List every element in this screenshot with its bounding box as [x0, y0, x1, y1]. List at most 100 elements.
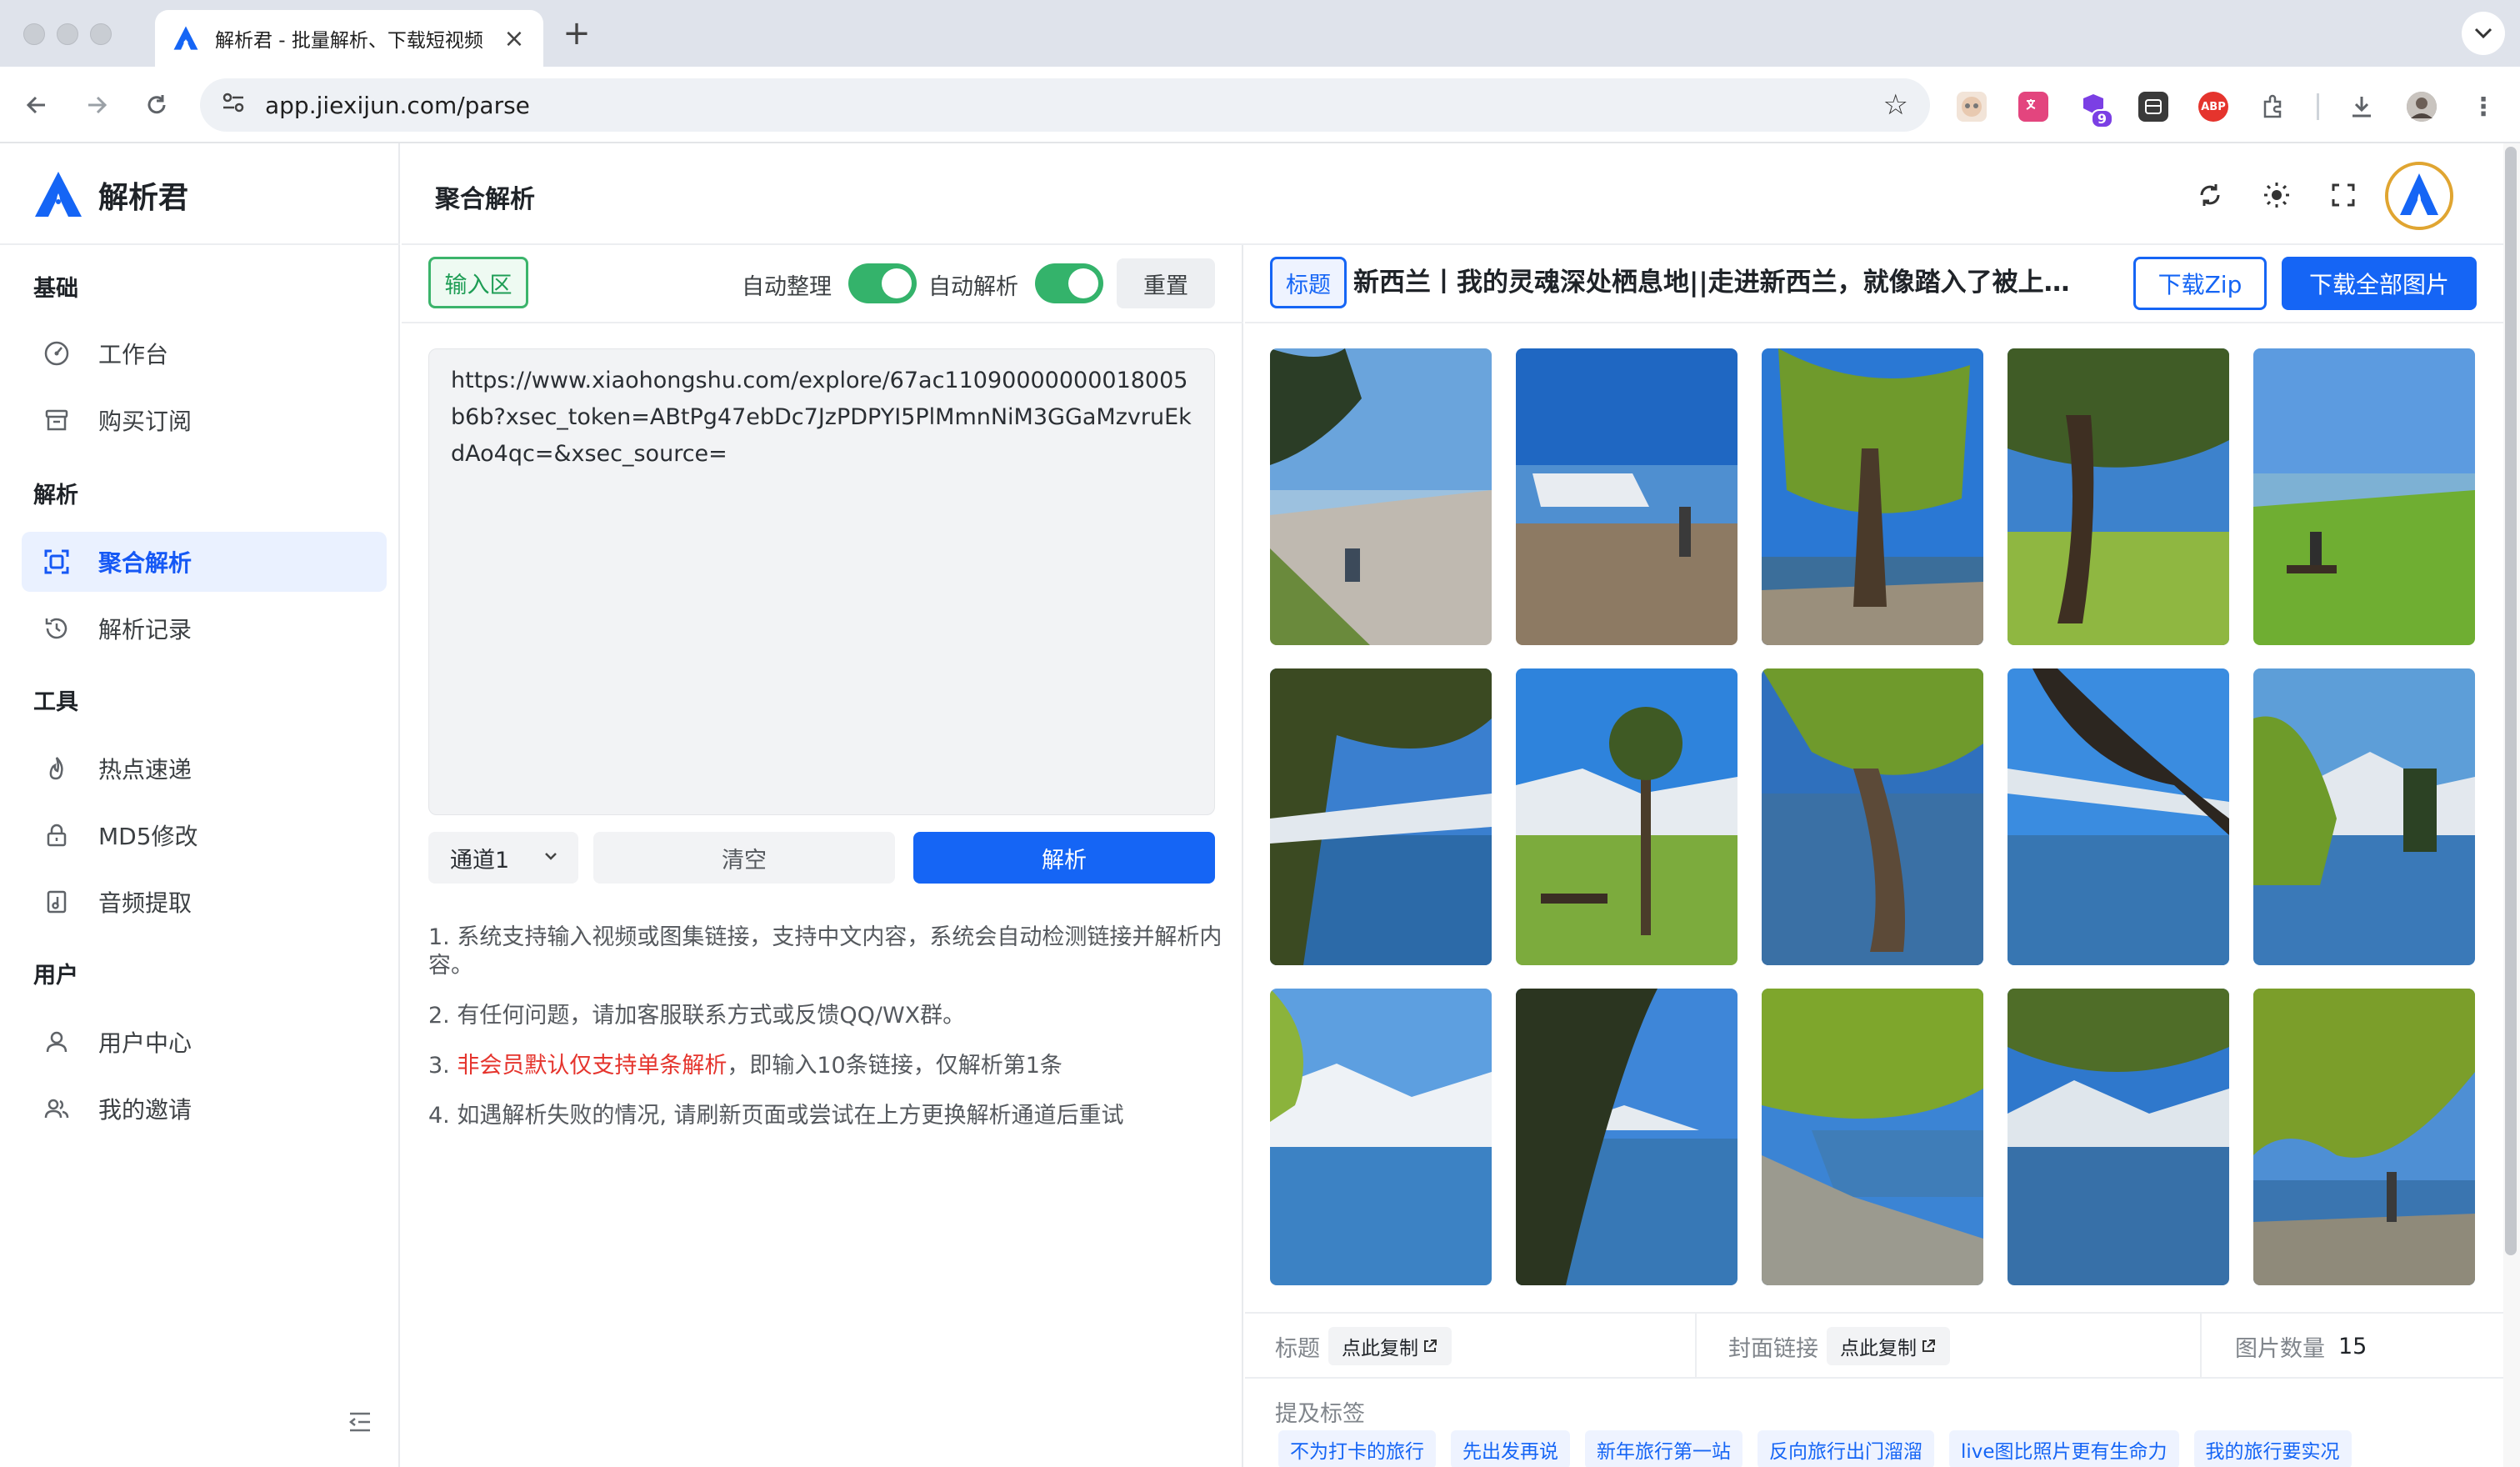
sidebar-item-subscription[interactable]: 购买订阅 [22, 390, 387, 450]
extension-abp-icon[interactable]: ABP [2198, 92, 2228, 122]
external-link-icon [1424, 1339, 1437, 1352]
user-avatar[interactable] [2385, 162, 2453, 230]
image-thumbnail[interactable] [1762, 668, 1983, 965]
clear-button[interactable]: 清空 [593, 832, 895, 884]
extension-badge: 9 [2090, 109, 2113, 128]
channel-select[interactable]: 通道1 [428, 832, 578, 884]
external-link-icon [1922, 1339, 1935, 1352]
collapse-sidebar-icon[interactable] [345, 1407, 375, 1437]
tab-close-icon[interactable]: × [502, 24, 527, 53]
image-count-info: 图片数量 15 [2235, 1314, 2367, 1379]
sidebar-item-workbench[interactable]: 工作台 [22, 323, 387, 383]
extension-puzzle-badge-icon[interactable]: 9 [2078, 92, 2113, 128]
auto-parse-label: 自动解析 [928, 274, 1018, 300]
refresh-icon[interactable] [2193, 178, 2227, 212]
copy-cover-link-button[interactable]: 点此复制 [1827, 1327, 1950, 1365]
image-count-value: 15 [2338, 1333, 2368, 1359]
mentioned-tags-label: 提及标签 [1275, 1401, 1365, 1427]
image-thumbnail[interactable] [1762, 348, 1983, 645]
browser-tab-active[interactable]: 解析君 - 批量解析、下载短视频 × [155, 10, 543, 67]
sidebar-item-hot[interactable]: 热点速递 [22, 739, 387, 799]
fullscreen-icon[interactable] [2327, 178, 2360, 212]
input-panel: 输入区 自动整理 自动解析 重置 https://www.xiaohongshu… [402, 245, 1243, 1467]
profile-avatar-icon[interactable] [2407, 92, 2437, 122]
image-thumbnail[interactable] [2008, 668, 2229, 965]
auto-parse-toggle[interactable] [1035, 263, 1103, 303]
avatar-logo-icon [2388, 165, 2450, 227]
nav-section-tools: 工具 [33, 689, 78, 715]
lock-icon [40, 819, 73, 852]
tag-chip[interactable]: 不为打卡的旅行 [1278, 1430, 1436, 1467]
extension-translate-icon[interactable] [2018, 92, 2048, 122]
note-1: 1. 系统支持输入视频或图集链接，支持中文内容，系统会自动检测链接并解析内容。 [428, 924, 1222, 979]
title-info-label: 标题 [1275, 1335, 1320, 1362]
tag-chip[interactable]: 我的旅行要实况 [2193, 1430, 2352, 1467]
dashboard-icon [40, 337, 73, 370]
page-scrollbar-thumb[interactable] [2505, 147, 2517, 1255]
site-logo-icon [173, 26, 198, 50]
download-zip-button[interactable]: 下载Zip [2133, 257, 2267, 310]
image-thumbnail[interactable] [1270, 668, 1492, 965]
window-minimize-button[interactable] [57, 23, 78, 45]
forward-arrow-icon[interactable] [77, 85, 117, 125]
tag-chip[interactable]: 反向旅行出门溜溜 [1758, 1430, 1934, 1467]
sidebar-item-user-center[interactable]: 用户中心 [22, 1012, 387, 1072]
tag-chip[interactable]: 先出发再说 [1451, 1430, 1570, 1467]
reload-icon[interactable] [137, 85, 177, 125]
nav-section-basic: 基础 [33, 276, 78, 302]
result-panel: 标题 新西兰丨我的灵魂深处栖息地||走进新西兰，就像踏入了被上帝... 下载Zi… [1245, 245, 2520, 1467]
image-thumbnail[interactable] [2253, 989, 2475, 1285]
tab-search-chevron-icon[interactable] [2462, 12, 2505, 55]
brand-logo-icon [35, 172, 82, 217]
auto-organize-toggle[interactable] [848, 263, 917, 303]
image-thumbnail[interactable] [2253, 348, 2475, 645]
site-settings-icon[interactable] [222, 92, 245, 119]
sidebar-item-audio[interactable]: 音频提取 [22, 872, 387, 932]
sidebar-item-md5[interactable]: MD5修改 [22, 805, 387, 865]
auto-organize-label: 自动整理 [742, 274, 832, 300]
sidebar-item-history[interactable]: 解析记录 [22, 598, 387, 658]
image-thumbnail[interactable] [2008, 348, 2229, 645]
copy-title-button[interactable]: 点此复制 [1328, 1327, 1452, 1365]
note-4: 4. 如遇解析失败的情况, 请刷新页面或尝试在上方更换解析通道后重试 [428, 1103, 1124, 1129]
sidebar-item-aggregate-parse[interactable]: 聚合解析 [22, 532, 387, 592]
url-input[interactable]: https://www.xiaohongshu.com/explore/67ac… [428, 348, 1215, 815]
tag-chip[interactable]: 新年旅行第一站 [1585, 1430, 1742, 1467]
sidebar-item-invite[interactable]: 我的邀请 [22, 1079, 387, 1139]
archive-box-icon [40, 403, 73, 437]
reset-button[interactable]: 重置 [1117, 258, 1215, 308]
new-tab-button[interactable]: + [558, 15, 595, 52]
image-thumbnail[interactable] [2008, 989, 2229, 1285]
image-thumbnail[interactable] [1270, 989, 1492, 1285]
browser-menu-icon[interactable]: ⋮ [2468, 92, 2498, 122]
panel-divider [1245, 322, 2520, 323]
image-thumbnail[interactable] [1762, 989, 1983, 1285]
extension-bookmarks-icon[interactable] [2138, 92, 2168, 122]
image-thumbnail[interactable] [1516, 989, 1738, 1285]
tag-chip[interactable]: live图比照片更有生命力 [1949, 1430, 2179, 1467]
parse-button[interactable]: 解析 [913, 832, 1215, 884]
extension-avatar-icon[interactable] [1957, 92, 1987, 122]
download-all-images-button[interactable]: 下载全部图片 [2282, 257, 2477, 310]
image-thumbnail[interactable] [1516, 348, 1738, 645]
back-arrow-icon[interactable] [17, 85, 57, 125]
title-tag: 标题 [1270, 257, 1347, 308]
extensions-puzzle-icon[interactable] [2258, 92, 2288, 122]
brand[interactable]: 解析君 [32, 168, 188, 222]
image-thumbnail[interactable] [2253, 668, 2475, 965]
sidebar-item-label: 用户中心 [98, 1029, 192, 1057]
image-thumbnail[interactable] [1270, 348, 1492, 645]
image-thumbnail[interactable] [1516, 668, 1738, 965]
user-icon [40, 1025, 73, 1059]
history-clock-icon [40, 612, 73, 645]
downloads-icon[interactable] [2347, 92, 2377, 122]
sidebar-item-label: 解析记录 [98, 616, 192, 643]
tab-title: 解析君 - 批量解析、下载短视频 [215, 30, 483, 52]
window-close-button[interactable] [23, 23, 45, 45]
theme-sun-icon[interactable] [2260, 178, 2293, 212]
sidebar: 解析君 基础 工作台 购买订阅 解析 聚合解析 解析记录 工具 热点速递 MD5… [0, 143, 400, 1467]
address-bar[interactable]: app.jiexijun.com/parse ☆ [200, 78, 1930, 132]
sidebar-item-label: 热点速递 [98, 756, 192, 784]
bookmark-star-icon[interactable]: ☆ [1883, 88, 1908, 122]
window-zoom-button[interactable] [90, 23, 112, 45]
